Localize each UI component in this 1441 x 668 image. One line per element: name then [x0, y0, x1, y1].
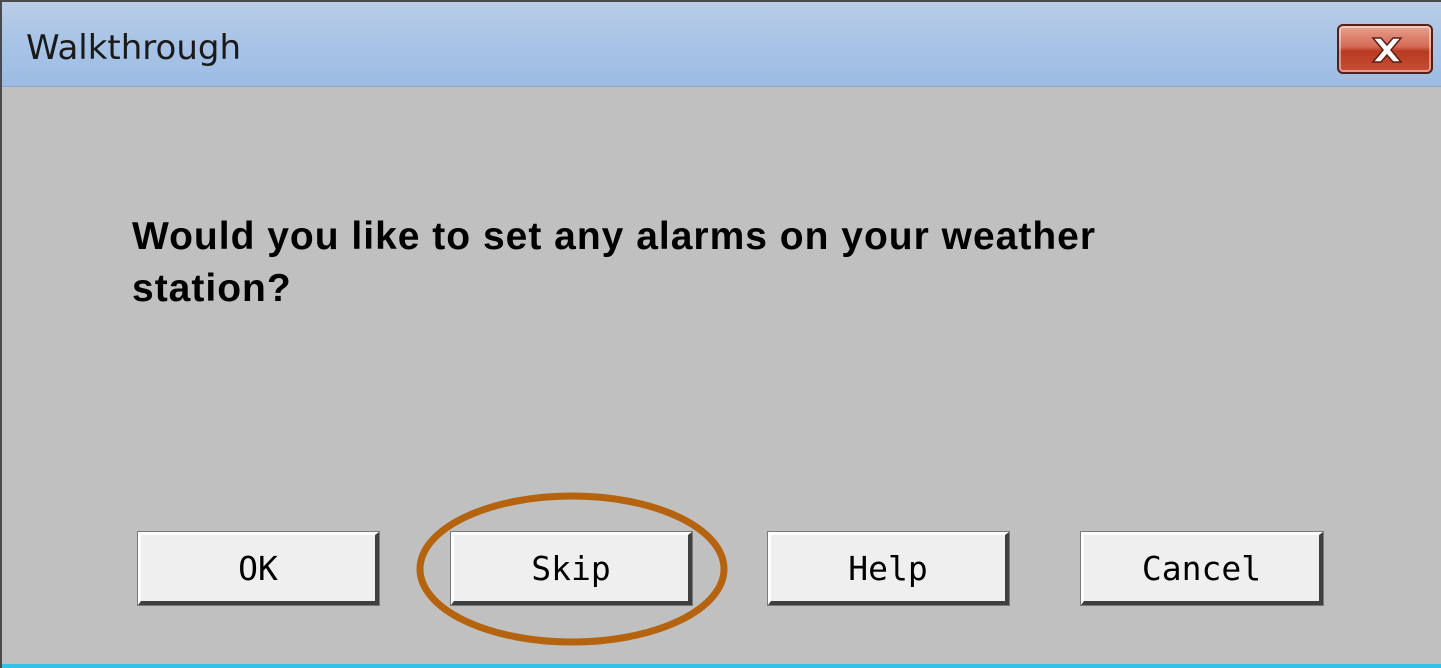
help-button[interactable]: Help	[768, 532, 1009, 605]
ok-button[interactable]: OK	[138, 532, 379, 605]
cancel-button[interactable]: Cancel	[1081, 532, 1323, 605]
title-bar[interactable]: Walkthrough	[2, 2, 1441, 87]
close-button[interactable]	[1337, 24, 1433, 74]
skip-button[interactable]: Skip	[451, 532, 692, 605]
dialog-window: Walkthrough Would you like to set any al…	[0, 0, 1441, 668]
question-text: Would you like to set any alarms on your…	[132, 215, 1097, 310]
close-x-icon	[1371, 37, 1403, 63]
dialog-body: Would you like to set any alarms on your…	[2, 87, 1441, 664]
bottom-edge-strip	[2, 664, 1441, 668]
window-title: Walkthrough	[26, 28, 242, 68]
